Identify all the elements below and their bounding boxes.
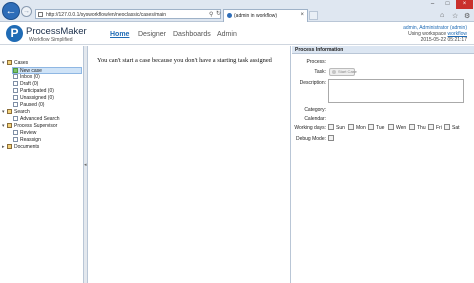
day-checkbox[interactable]: [328, 124, 334, 130]
category-label: Category:: [304, 107, 326, 113]
draft-icon: [13, 81, 18, 86]
collapse-sidebar-icon[interactable]: ◂: [84, 162, 87, 168]
new-tab-button[interactable]: [309, 11, 318, 20]
tree-process-supervisor[interactable]: ▾ Process Supervisor: [2, 123, 57, 130]
page-icon: [38, 12, 43, 17]
tree-cases[interactable]: ▾ Cases: [2, 60, 28, 67]
panel-header: Process Information: [292, 46, 474, 54]
start-case-button[interactable]: Start Case: [329, 68, 357, 76]
tree-documents[interactable]: ▸ Documents: [2, 144, 39, 151]
menu-home[interactable]: Home: [110, 31, 129, 38]
debug-mode-checkbox[interactable]: [328, 135, 334, 141]
favorites-star-icon[interactable]: ☆: [452, 12, 458, 20]
tree-unassigned[interactable]: Unassigned (0): [13, 95, 54, 102]
process-label: Process:: [306, 59, 326, 65]
logo-name: ProcessMaker: [26, 26, 87, 37]
menu-dashboards[interactable]: Dashboards: [173, 31, 211, 38]
settings-gear-icon[interactable]: ⚙: [464, 12, 470, 20]
day-tue[interactable]: Tue: [368, 124, 384, 131]
sidebar-splitter[interactable]: ◂: [84, 46, 88, 283]
processmaker-tab-icon: [227, 13, 232, 18]
window-minimize-button[interactable]: –: [425, 0, 440, 9]
unassigned-icon: [13, 95, 18, 100]
tree-participated[interactable]: Participated (0): [13, 88, 54, 95]
day-fri[interactable]: Fri: [428, 124, 442, 131]
logo-tagline: Workflow Simplified: [29, 37, 73, 43]
advanced-search-icon: [13, 116, 18, 121]
paused-icon: [13, 102, 18, 107]
review-icon: [13, 130, 18, 135]
browser-toolbar: ← → http://127.0.0.1/sysworkflow/en/neoc…: [0, 0, 474, 22]
tree-draft[interactable]: Draft (0): [13, 81, 38, 88]
process-information-panel: Process Information Process: Task: Start…: [292, 46, 474, 283]
app-header: P ProcessMaker Workflow Simplified Home …: [0, 22, 474, 45]
address-bar[interactable]: http://127.0.0.1/sysworkflow/en/neoclass…: [35, 9, 221, 19]
home-icon[interactable]: ⌂: [440, 12, 444, 19]
play-icon: [332, 70, 336, 74]
day-sat[interactable]: Sat: [444, 124, 460, 131]
day-thu[interactable]: Thu: [409, 124, 426, 131]
participated-icon: [13, 88, 18, 93]
menu-designer[interactable]: Designer: [138, 31, 166, 38]
main-panel: You can't start a case because you don't…: [89, 46, 291, 283]
folder-icon: [7, 123, 12, 128]
day-checkbox[interactable]: [428, 124, 434, 130]
url-text: http://127.0.0.1/sysworkflow/en/neoclass…: [46, 12, 167, 18]
window-maximize-button[interactable]: □: [440, 0, 455, 9]
tab-close-icon[interactable]: ×: [300, 12, 304, 18]
forward-arrow-icon[interactable]: →: [21, 6, 32, 17]
new-case-icon: [13, 68, 18, 73]
day-checkbox[interactable]: [368, 124, 374, 130]
menu-admin[interactable]: Admin: [217, 31, 237, 38]
browser-tab[interactable]: (admin in workflow) ×: [223, 9, 308, 22]
calendar-label: Calendar:: [304, 116, 326, 122]
working-days-label: Working days:: [294, 125, 326, 131]
tab-title: (admin in workflow): [234, 13, 278, 19]
description-label: Description:: [299, 80, 326, 86]
server-datetime: 2015-05-22 05:21:17: [420, 37, 467, 43]
search-icon[interactable]: ⚲: [209, 11, 213, 18]
tree-new-case[interactable]: New case: [12, 67, 82, 74]
day-wen[interactable]: Wen: [388, 124, 406, 131]
reassign-icon: [13, 137, 18, 142]
description-field[interactable]: [328, 79, 464, 103]
tree-review[interactable]: Review: [13, 130, 36, 137]
cases-tree: ▾ Cases New case Inbox (0) Draft (0) Part…: [0, 46, 84, 283]
processmaker-logo-icon: P: [6, 25, 23, 42]
folder-icon: [7, 60, 12, 65]
day-checkbox[interactable]: [348, 124, 354, 130]
no-starting-task-message: You can't start a case because you don't…: [97, 57, 272, 64]
refresh-icon[interactable]: ↻: [216, 10, 221, 17]
debug-mode-label: Debug Mode:: [295, 136, 326, 142]
tree-search[interactable]: ▾ Search: [2, 109, 30, 116]
day-sun[interactable]: Sun: [328, 124, 345, 131]
day-checkbox[interactable]: [444, 124, 450, 130]
folder-icon: [7, 109, 12, 114]
task-label: Task:: [314, 69, 326, 75]
back-arrow-icon[interactable]: ←: [2, 2, 20, 20]
day-checkbox[interactable]: [388, 124, 394, 130]
tree-inbox[interactable]: Inbox (0): [13, 74, 40, 81]
panel-title: Process Information: [295, 47, 344, 53]
tree-paused[interactable]: Paused (0): [13, 102, 44, 109]
inbox-icon: [13, 74, 18, 79]
tree-reassign[interactable]: Reassign: [13, 137, 41, 144]
day-mon[interactable]: Mon: [348, 124, 366, 131]
folder-icon: [7, 144, 12, 149]
window-close-button[interactable]: ×: [456, 0, 473, 9]
day-checkbox[interactable]: [409, 124, 415, 130]
tree-advanced-search[interactable]: Advanced Search: [13, 116, 59, 123]
